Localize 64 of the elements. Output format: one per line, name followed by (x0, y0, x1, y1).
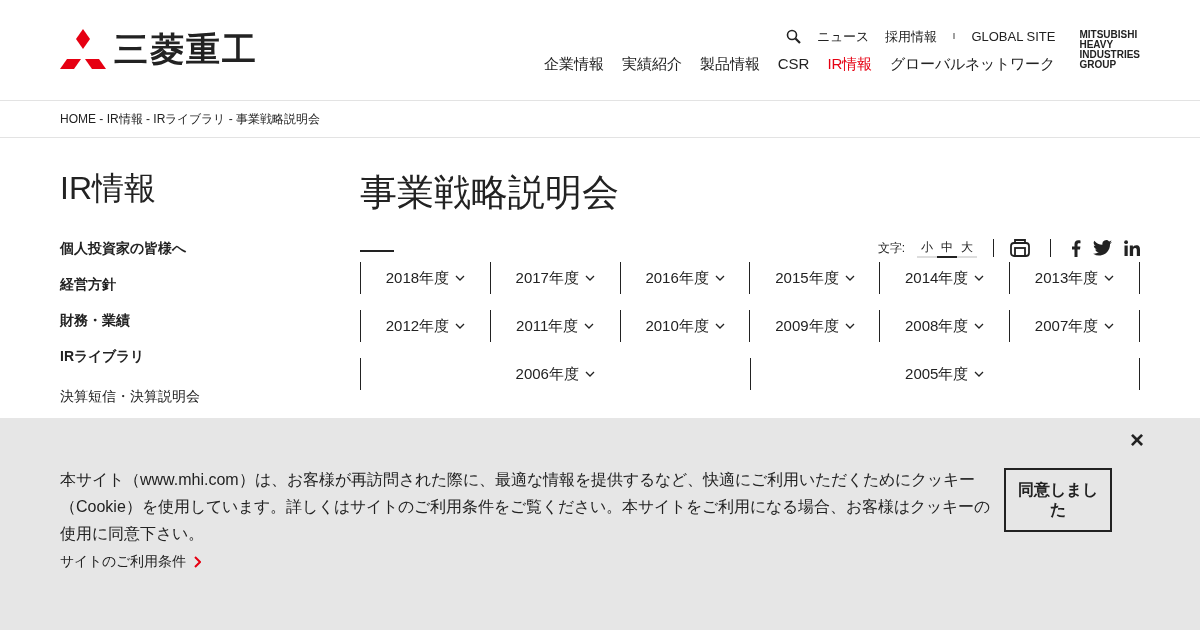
text-size-label: 文字: (877, 240, 905, 257)
nav-link[interactable]: 製品情報 (699, 52, 760, 75)
twitter-icon[interactable] (1093, 240, 1112, 256)
year-tab[interactable]: 2014年度 (880, 262, 1011, 294)
sidebar-item[interactable]: 財務・業績 (60, 302, 360, 338)
chevron-down-icon (1104, 275, 1115, 281)
group-logo: MITSUBISHI HEAVY INDUSTRIES GROUP (1079, 30, 1140, 70)
year-tab[interactable]: 2013年度 (1010, 262, 1140, 294)
text-size-option[interactable]: 小 (917, 238, 937, 258)
print-icon[interactable] (1010, 239, 1030, 257)
year-tab[interactable]: 2010年度 (620, 310, 751, 342)
chevron-down-icon (714, 323, 725, 329)
nav-link[interactable]: 実績紹介 (621, 52, 682, 75)
logo-text: 三菱重工 (114, 32, 258, 66)
facebook-icon[interactable] (1071, 239, 1081, 257)
close-button[interactable]: × (1130, 428, 1144, 452)
year-tab[interactable]: 2015年度 (750, 262, 881, 294)
year-tab[interactable]: 2007年度 (1010, 310, 1140, 342)
chevron-down-icon (584, 275, 595, 281)
sidebar-item[interactable]: 経営方針 (60, 266, 360, 302)
chevron-down-icon (844, 323, 855, 329)
chevron-down-icon (1104, 323, 1115, 329)
search-icon[interactable] (785, 29, 801, 45)
sidebar-item[interactable]: 個人投資家の皆様へ (60, 230, 360, 266)
terms-link[interactable]: サイトのご利用条件 (60, 551, 201, 572)
cookie-message: 本サイト（www.mhi.com）は、お客様が再訪問された際に、最適な情報を提供するなど、快適にご利用いただくためにクッキー（Cookie）を使用しています。詳しくはサイトのご利用条件をご覧ください。本サイトをご利用になる場合、お客様はクッキーの使用に同意下さい。 (60, 470, 991, 544)
nav-link[interactable]: グローバルネットワーク (890, 52, 1056, 75)
chevron-down-icon (974, 275, 985, 281)
year-tab[interactable]: 2012年度 (361, 310, 491, 342)
year-tab[interactable]: 2005年度 (750, 358, 1140, 390)
chevron-down-icon (455, 275, 466, 281)
accept-button[interactable]: 同意しました (1004, 468, 1112, 532)
chevron-down-icon (974, 371, 985, 377)
utility-link[interactable]: GLOBAL SITE (971, 27, 1056, 47)
chevron-down-icon (714, 275, 725, 281)
breadcrumb: HOME - IR情報 - IRライブラリ - 事業戦略説明会 (60, 111, 320, 128)
year-tab[interactable]: 2018年度 (361, 262, 491, 294)
text-size-option[interactable]: 中 (937, 238, 957, 258)
year-tab[interactable]: 2009年度 (750, 310, 881, 342)
chevron-down-icon (455, 323, 466, 329)
nav-link[interactable]: IR情報 (827, 52, 873, 75)
sidebar-title: IR情報 (60, 169, 157, 208)
year-tab[interactable]: 2016年度 (620, 262, 751, 294)
year-tab[interactable]: 2006年度 (361, 358, 751, 390)
sidebar-item[interactable]: IRライブラリ (60, 338, 360, 374)
chevron-right-icon (194, 555, 201, 568)
linkedin-icon[interactable] (1124, 240, 1140, 256)
chevron-down-icon (844, 275, 855, 281)
title-underline (360, 250, 394, 252)
chevron-down-icon (584, 371, 595, 377)
chevron-down-icon (974, 323, 985, 329)
nav-link[interactable]: 企業情報 (543, 52, 604, 75)
nav-link[interactable]: CSR (777, 52, 810, 75)
utility-link[interactable]: 採用情報 (884, 27, 937, 47)
utility-link[interactable]: ニュース (816, 27, 869, 47)
page-title: 事業戦略説明会 (360, 171, 620, 215)
year-tab[interactable]: 2011年度 (490, 310, 621, 342)
year-tab[interactable]: 2008年度 (880, 310, 1011, 342)
sidebar-item[interactable]: 決算短信・決算説明会 (60, 378, 360, 414)
chevron-down-icon (584, 323, 595, 329)
text-size-option[interactable]: 大 (957, 238, 977, 258)
logo-icon (60, 29, 106, 69)
separator: I (952, 30, 956, 43)
year-tab[interactable]: 2017年度 (490, 262, 621, 294)
